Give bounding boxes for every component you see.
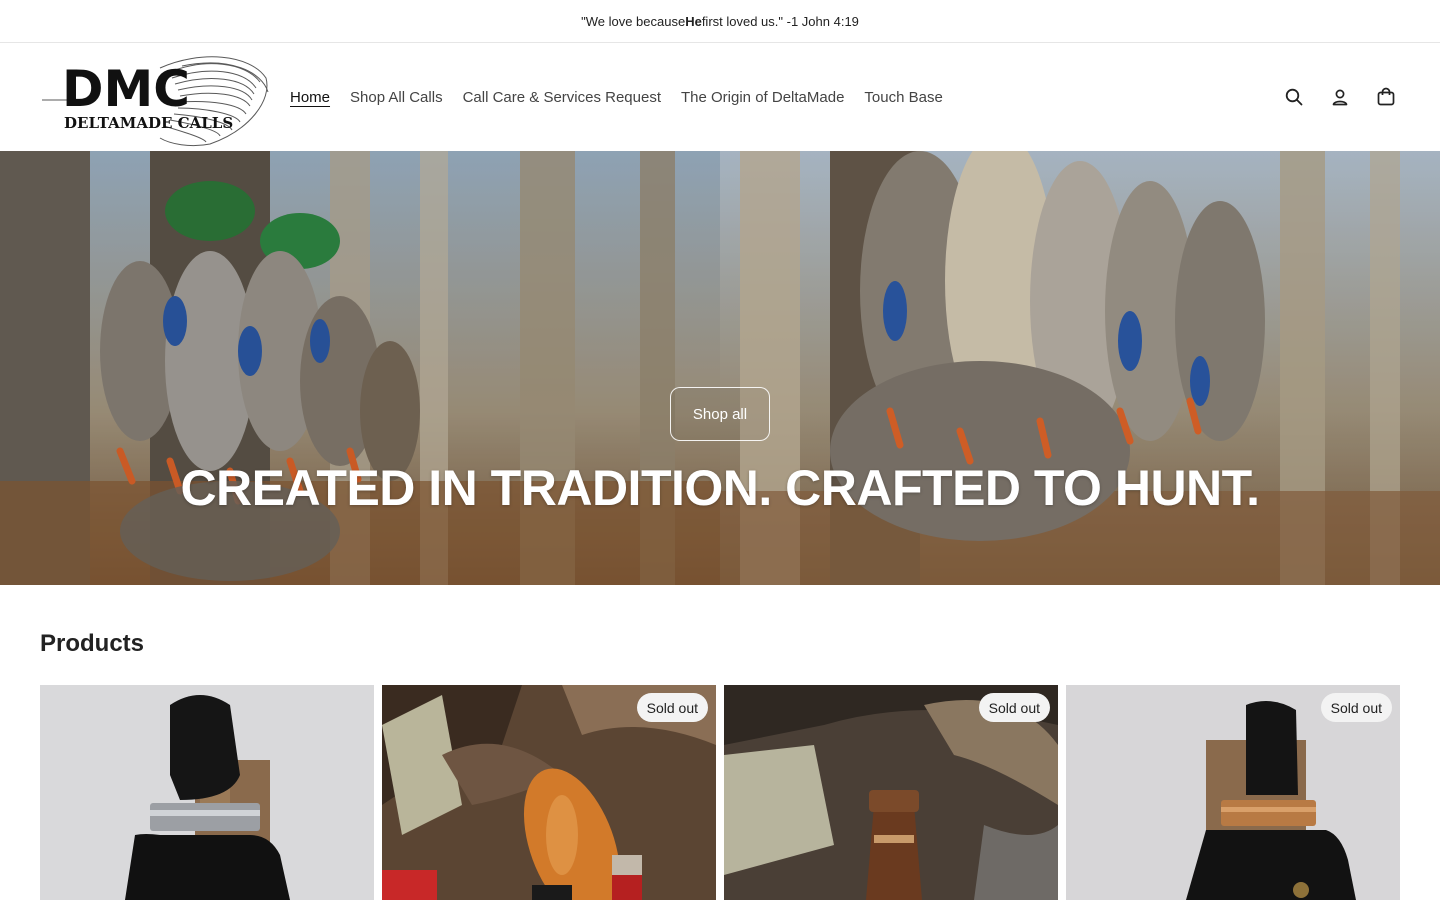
search-icon[interactable] [1280,83,1308,111]
product-card[interactable]: Sold out [382,685,716,900]
hero-image-right [720,151,1440,585]
announcement-prefix: "We love because [581,13,686,29]
sold-out-badge: Sold out [636,693,708,722]
nav-item-call-care[interactable]: Call Care & Services Request [453,89,671,106]
logo-letters: DMC [62,60,190,118]
announcement-suffix: first loved us." -1 John 4:19 [701,13,859,29]
nav-item-home[interactable]: Home [280,89,340,106]
announcement-bar: "We love because He first loved us." -1 … [0,0,1440,43]
hero-banner: Shop all CREATED IN TRADITION. CRAFTED T… [0,151,1440,585]
account-icon[interactable] [1326,83,1354,111]
site-header: DMC DELTAMADE CALLS Home Shop All Calls … [0,43,1440,151]
nav-item-touch-base[interactable]: Touch Base [854,89,952,106]
nav-item-origin[interactable]: The Origin of DeltaMade [671,89,854,106]
product-card[interactable]: Sold out [1066,685,1400,900]
announcement-bold: He [685,13,702,29]
main-nav: Home Shop All Calls Call Care & Services… [280,43,953,151]
shop-all-button[interactable]: Shop all [670,387,770,441]
products-heading: Products [40,630,145,657]
hero-title: CREATED IN TRADITION. CRAFTED TO HUNT. [180,460,1260,516]
product-card[interactable]: Sold out [724,685,1058,900]
cart-icon[interactable] [1372,83,1400,111]
sold-out-badge: Sold out [1320,693,1392,722]
logo-subtitle: DELTAMADE CALLS [64,114,233,132]
sold-out-badge: Sold out [978,693,1050,722]
header-icons [1280,43,1400,151]
hero-image-left [0,151,720,585]
product-card[interactable] [40,685,374,900]
product-image [40,685,374,900]
product-grid: Sold out Sold out Sold out [40,685,1400,900]
site-logo[interactable]: DMC DELTAMADE CALLS [40,48,270,148]
nav-item-shop-all-calls[interactable]: Shop All Calls [340,89,453,106]
